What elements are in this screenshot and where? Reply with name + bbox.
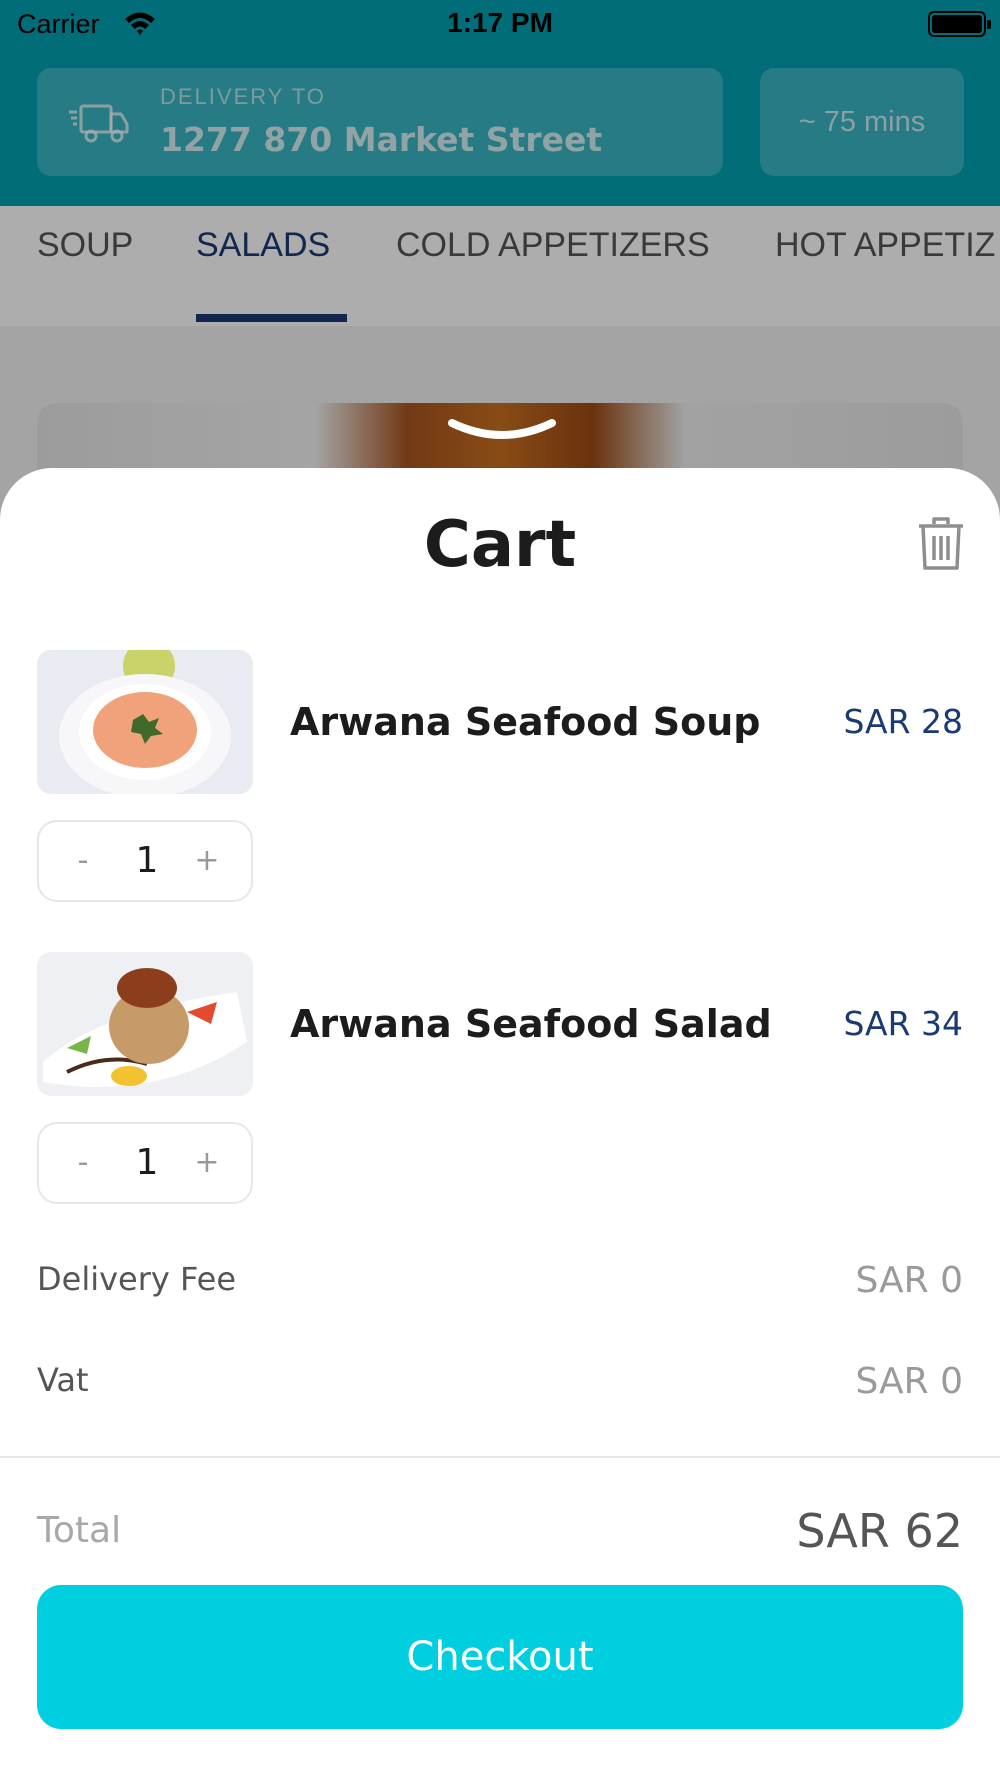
item-name: Arwana Seafood Soup: [290, 700, 761, 744]
delivery-fee-row: Delivery Fee SAR 0: [37, 1260, 963, 1310]
vat-row: Vat SAR 0: [37, 1361, 963, 1411]
cart-item: Arwana Seafood Salad SAR 34 - 1 +: [0, 952, 1000, 1232]
chevron-down-icon[interactable]: [446, 415, 558, 441]
trash-icon[interactable]: [916, 516, 966, 572]
item-name: Arwana Seafood Salad: [290, 1002, 772, 1046]
decrement-button[interactable]: -: [53, 1124, 113, 1202]
decrement-button[interactable]: -: [53, 822, 113, 900]
cart-title: Cart: [423, 508, 577, 582]
checkout-button[interactable]: Checkout: [37, 1585, 963, 1729]
quantity-value: 1: [135, 840, 159, 881]
increment-button[interactable]: +: [177, 1124, 237, 1202]
item-price: SAR 34: [843, 1004, 963, 1043]
cart-sheet: Cart Arwana Seafood Soup SAR 28 - 1 + Ar…: [0, 468, 1000, 1778]
increment-button[interactable]: +: [177, 822, 237, 900]
fee-label: Vat: [37, 1361, 89, 1399]
quantity-value: 1: [135, 1142, 159, 1183]
quantity-stepper: - 1 +: [37, 1122, 253, 1204]
total-value: SAR 62: [796, 1504, 963, 1558]
quantity-stepper: - 1 +: [37, 820, 253, 902]
cart-item: Arwana Seafood Soup SAR 28 - 1 +: [0, 650, 1000, 930]
fee-value: SAR 0: [855, 1361, 963, 1402]
fee-value: SAR 0: [855, 1260, 963, 1301]
salad-image: [37, 952, 253, 1096]
fee-label: Delivery Fee: [37, 1260, 237, 1298]
total-label: Total: [37, 1510, 122, 1551]
divider: [0, 1456, 1000, 1458]
total-row: Total SAR 62: [37, 1504, 963, 1564]
soup-image: [37, 650, 253, 794]
item-price: SAR 28: [843, 702, 963, 741]
